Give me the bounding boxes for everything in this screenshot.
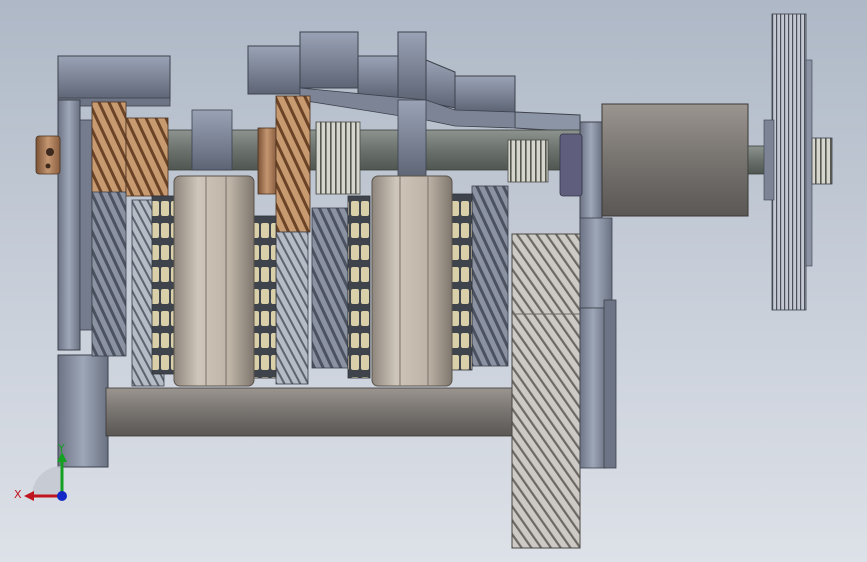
upper-housing[interactable] xyxy=(57,31,581,133)
large-helical-gear[interactable] xyxy=(511,233,581,549)
triad-plane-shade xyxy=(32,466,62,496)
spur-gear-small-2[interactable] xyxy=(507,139,549,183)
output-tube[interactable] xyxy=(601,103,749,217)
spline-end-gear[interactable] xyxy=(811,137,833,185)
helical-gear-gray-3[interactable] xyxy=(471,185,509,367)
y-axis-label: Y xyxy=(57,442,65,455)
housing-bracket-1[interactable] xyxy=(191,109,233,171)
bronze-gear-2[interactable] xyxy=(257,95,311,233)
x-axis-arrow xyxy=(24,491,34,501)
needle-bearing-3[interactable] xyxy=(347,195,371,379)
cad-viewport[interactable] xyxy=(0,0,867,562)
coordinate-triad: Y X xyxy=(14,442,67,501)
housing-bracket-2[interactable] xyxy=(397,99,427,179)
clutch-disc-pack[interactable] xyxy=(763,13,813,311)
synchro-hub-2[interactable] xyxy=(371,175,453,387)
x-axis-label: X xyxy=(14,488,22,501)
spur-gear-small-1[interactable] xyxy=(315,121,361,195)
bronze-gear-1[interactable] xyxy=(91,101,169,197)
needle-bearing-2[interactable] xyxy=(253,215,277,379)
z-axis-dot xyxy=(57,491,67,501)
input-shaft-end[interactable] xyxy=(35,135,61,175)
synchro-hub-1[interactable] xyxy=(173,175,255,387)
helical-gear-gray-2[interactable] xyxy=(275,207,349,385)
countershaft[interactable] xyxy=(105,387,517,437)
needle-bearing-4[interactable] xyxy=(451,193,473,371)
needle-bearing-1[interactable] xyxy=(151,195,175,375)
